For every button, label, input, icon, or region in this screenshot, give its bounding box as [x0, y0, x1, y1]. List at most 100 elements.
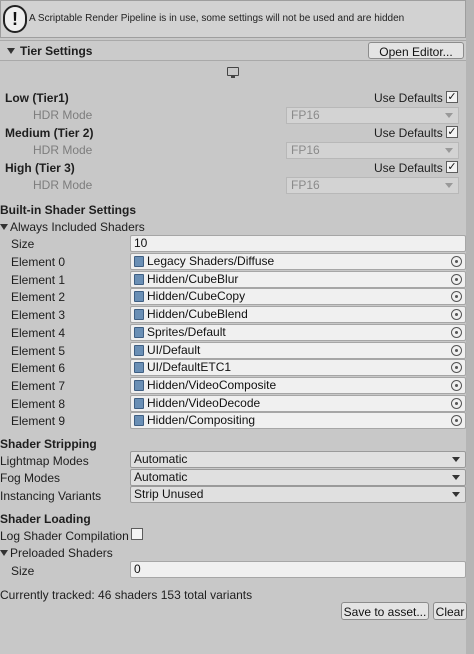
- object-picker-icon[interactable]: [451, 327, 462, 338]
- chevron-down-icon: [452, 492, 460, 497]
- shader-name: Hidden/VideoDecode: [147, 396, 261, 410]
- element-label: Element 0: [11, 255, 66, 269]
- shader-name: Sprites/Default: [147, 325, 226, 339]
- use-defaults-label: Use Defaults: [374, 161, 443, 175]
- shader-object-field[interactable]: UI/Default: [130, 342, 466, 359]
- shader-object-field[interactable]: Sprites/Default: [130, 324, 466, 341]
- open-editor-button[interactable]: Open Editor...: [368, 42, 464, 59]
- instancing-variants-dropdown[interactable]: Strip Unused: [130, 486, 466, 503]
- save-to-asset-button[interactable]: Save to asset...: [341, 602, 429, 620]
- tier-settings-header[interactable]: Tier Settings Open Editor...: [0, 40, 466, 61]
- tier-low-hdr-mode-select: FP16: [286, 107, 459, 124]
- chevron-down-icon: [452, 457, 460, 462]
- always-included-shaders-label[interactable]: Always Included Shaders: [10, 220, 145, 234]
- hdr-mode-value: FP16: [291, 108, 320, 122]
- preloaded-shaders-label[interactable]: Preloaded Shaders: [10, 546, 113, 560]
- shader-name: Hidden/CubeBlur: [147, 272, 239, 286]
- fog-modes-label: Fog Modes: [0, 471, 61, 485]
- monitor-icon: [227, 67, 239, 76]
- clear-button[interactable]: Clear: [433, 602, 467, 620]
- object-picker-icon[interactable]: [451, 380, 462, 391]
- foldout-expanded-icon[interactable]: [7, 48, 15, 54]
- builtin-shader-settings-title: Built-in Shader Settings: [0, 203, 137, 217]
- shader-object-field[interactable]: UI/DefaultETC1: [130, 359, 466, 376]
- chevron-down-icon: [445, 113, 453, 118]
- object-picker-icon[interactable]: [451, 274, 462, 285]
- object-picker-icon[interactable]: [451, 398, 462, 409]
- size-label: Size: [11, 237, 35, 251]
- hdr-mode-label: HDR Mode: [33, 108, 93, 122]
- tier-medium-label: Medium (Tier 2): [5, 126, 94, 140]
- foldout-expanded-icon[interactable]: [0, 224, 8, 230]
- fog-modes-value: Automatic: [134, 470, 188, 484]
- fog-modes-dropdown[interactable]: Automatic: [130, 469, 466, 486]
- warning-helpbox: ! A Scriptable Render Pipeline is in use…: [0, 0, 466, 38]
- instancing-variants-label: Instancing Variants: [0, 489, 102, 503]
- monitor-stand: [231, 76, 235, 78]
- object-picker-icon[interactable]: [451, 362, 462, 373]
- lightmap-modes-value: Automatic: [134, 452, 188, 466]
- always-included-size-field[interactable]: 10: [130, 235, 466, 252]
- tier-high-use-defaults-checkbox[interactable]: ✓: [446, 161, 458, 173]
- instancing-variants-value: Strip Unused: [134, 487, 204, 501]
- shader-name: Hidden/Compositing: [147, 413, 256, 427]
- tier-medium-use-defaults-checkbox[interactable]: ✓: [446, 126, 458, 138]
- warning-icon: !: [3, 5, 27, 33]
- use-defaults-label: Use Defaults: [374, 91, 443, 105]
- shader-icon: [134, 327, 144, 338]
- element-label: Element 4: [11, 326, 66, 340]
- shader-icon: [134, 380, 144, 391]
- object-picker-icon[interactable]: [451, 415, 462, 426]
- hdr-mode-label: HDR Mode: [33, 143, 93, 157]
- shader-name: UI/DefaultETC1: [147, 360, 232, 374]
- lightmap-modes-dropdown[interactable]: Automatic: [130, 451, 466, 468]
- log-shader-compilation-checkbox[interactable]: [131, 528, 143, 540]
- chevron-down-icon: [445, 148, 453, 153]
- shader-icon: [134, 398, 144, 409]
- hdr-mode-label: HDR Mode: [33, 178, 93, 192]
- warning-text: A Scriptable Render Pipeline is in use, …: [29, 13, 405, 24]
- shader-object-field[interactable]: Hidden/Compositing: [130, 412, 466, 429]
- scrollbar-track[interactable]: [466, 0, 474, 654]
- tier-settings-title: Tier Settings: [20, 44, 93, 58]
- shader-icon: [134, 256, 144, 267]
- shader-name: Hidden/VideoComposite: [147, 378, 277, 392]
- shader-icon: [134, 345, 144, 356]
- element-label: Element 9: [11, 414, 66, 428]
- preloaded-size-field[interactable]: 0: [130, 561, 466, 578]
- object-picker-icon[interactable]: [451, 256, 462, 267]
- shader-loading-title: Shader Loading: [0, 512, 91, 526]
- shader-object-field[interactable]: Hidden/CubeBlur: [130, 271, 466, 288]
- shader-icon: [134, 274, 144, 285]
- object-picker-icon[interactable]: [451, 345, 462, 356]
- tracked-status-text: Currently tracked: 46 shaders 153 total …: [0, 588, 253, 602]
- foldout-expanded-icon[interactable]: [0, 550, 8, 556]
- size-label: Size: [11, 564, 35, 578]
- tier-high-hdr-mode-select: FP16: [286, 177, 459, 194]
- shader-object-field[interactable]: Hidden/CubeCopy: [130, 288, 466, 305]
- shader-icon: [134, 291, 144, 302]
- tier-medium-hdr-mode-select: FP16: [286, 142, 459, 159]
- shader-object-field[interactable]: Legacy Shaders/Diffuse: [130, 253, 466, 270]
- shader-object-field[interactable]: Hidden/VideoDecode: [130, 395, 466, 412]
- shader-name: Hidden/CubeCopy: [147, 289, 246, 303]
- object-picker-icon[interactable]: [451, 291, 462, 302]
- shader-icon: [134, 415, 144, 426]
- element-label: Element 7: [11, 379, 66, 393]
- shader-icon: [134, 362, 144, 373]
- log-shader-compilation-label: Log Shader Compilation: [0, 529, 129, 543]
- element-label: Element 2: [11, 290, 66, 304]
- element-label: Element 8: [11, 397, 66, 411]
- element-label: Element 3: [11, 308, 66, 322]
- lightmap-modes-label: Lightmap Modes: [0, 454, 89, 468]
- tier-low-use-defaults-checkbox[interactable]: ✓: [446, 91, 458, 103]
- shader-name: Hidden/CubeBlend: [147, 307, 248, 321]
- object-picker-icon[interactable]: [451, 309, 462, 320]
- element-label: Element 5: [11, 344, 66, 358]
- use-defaults-label: Use Defaults: [374, 126, 443, 140]
- chevron-down-icon: [452, 475, 460, 480]
- shader-name: Legacy Shaders/Diffuse: [147, 254, 275, 268]
- shader-object-field[interactable]: Hidden/VideoComposite: [130, 377, 466, 394]
- hdr-mode-value: FP16: [291, 178, 320, 192]
- shader-object-field[interactable]: Hidden/CubeBlend: [130, 306, 466, 323]
